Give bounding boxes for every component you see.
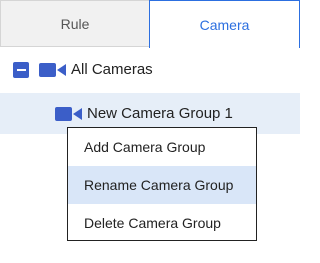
context-menu: Add Camera Group Rename Camera Group Del… xyxy=(67,127,257,241)
tree-item-label[interactable]: New Camera Group 1 xyxy=(87,105,233,122)
tab-rule[interactable]: Rule xyxy=(0,0,149,47)
tab-bar: Rule Camera xyxy=(0,0,300,48)
menu-item-rename-camera-group[interactable]: Rename Camera Group xyxy=(68,166,256,204)
tab-divider xyxy=(0,46,149,47)
menu-item-delete-camera-group[interactable]: Delete Camera Group xyxy=(68,204,256,242)
tab-camera[interactable]: Camera xyxy=(149,0,300,48)
camera-icon xyxy=(39,63,66,77)
menu-item-add-camera-group[interactable]: Add Camera Group xyxy=(68,128,256,166)
collapse-icon[interactable] xyxy=(13,62,29,78)
camera-icon xyxy=(55,107,82,121)
tree-item-label[interactable]: All Cameras xyxy=(71,61,153,78)
